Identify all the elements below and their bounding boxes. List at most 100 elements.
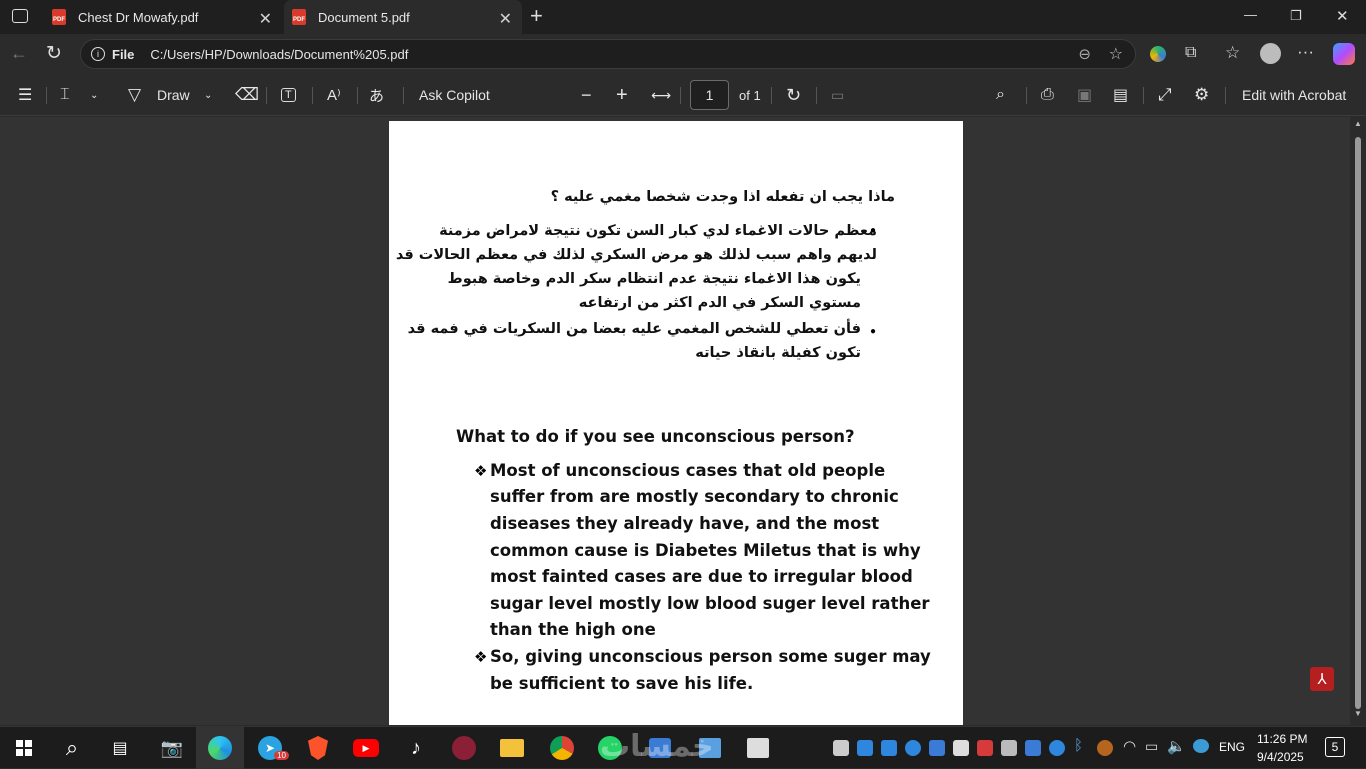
close-tab-icon[interactable]: ✕ (499, 9, 512, 29)
tab-document-5[interactable]: PDF Document 5.pdf ✕ (284, 0, 522, 34)
youtube-icon[interactable]: ▶ (344, 727, 388, 769)
edge-browser-icon[interactable] (196, 727, 244, 769)
scroll-thumb[interactable] (1355, 137, 1361, 709)
file-explorer-icon[interactable] (490, 727, 534, 769)
eraser-icon[interactable]: ⌫ (235, 74, 259, 116)
save-as-icon[interactable]: ▤ (1113, 74, 1128, 116)
battery-icon[interactable]: ▭ (1145, 738, 1158, 755)
arabic-bullet-line: يكون هذا الاغماء نتيجة عدم انتظام سكر ال… (447, 271, 861, 287)
tray-app-icon[interactable] (953, 740, 969, 756)
tab-bar: PDF Chest Dr Mowafy.pdf ✕ PDF Document 5… (0, 0, 1366, 34)
scrollbar[interactable]: ▲ ▼ (1350, 117, 1366, 725)
extensions-puzzle-icon[interactable]: ⧉ (1185, 44, 1196, 62)
brave-browser-icon[interactable] (296, 727, 340, 769)
arabic-bullet-line: مستوي السكر في الدم اكثر من ارتفاعه (578, 295, 861, 311)
tray-app-icon[interactable] (1025, 740, 1041, 756)
save-icon[interactable]: ▣ (1077, 74, 1092, 116)
bluetooth-icon[interactable]: ᛒ (1074, 737, 1083, 754)
scroll-up-icon[interactable]: ▲ (1354, 119, 1362, 128)
english-bullet-marker: ❖ (474, 463, 488, 480)
new-tab-button[interactable]: + (530, 3, 543, 29)
url-text[interactable]: C:/Users/HP/Downloads/Document%205.pdf (150, 47, 408, 62)
refresh-icon[interactable]: ↻ (46, 42, 62, 65)
language-indicator[interactable]: ENG (1219, 740, 1245, 754)
volume-icon[interactable]: 🔈 (1167, 737, 1186, 755)
arabic-bullet-marker: ● (870, 326, 877, 337)
close-tab-icon[interactable]: ✕ (259, 9, 272, 29)
acrobat-icon[interactable]: ⅄ (1310, 667, 1334, 691)
tray-app-icon[interactable] (929, 740, 945, 756)
more-menu-icon[interactable]: ··· (1297, 42, 1314, 62)
tab-chest-dr-mowafy[interactable]: PDF Chest Dr Mowafy.pdf ✕ (44, 0, 282, 34)
chrome-icon[interactable] (540, 727, 584, 769)
settings-gear-icon[interactable]: ⚙ (1194, 74, 1209, 116)
search-icon[interactable]: ⌕ (50, 727, 94, 769)
telegram-icon[interactable]: ➤ 10 (248, 727, 292, 769)
read-aloud-icon[interactable]: A⁾ (327, 74, 341, 116)
minimize-button[interactable]: — (1244, 7, 1257, 22)
arabic-bullet-marker: ● (870, 225, 877, 236)
pdf-file-icon: PDF (292, 9, 306, 25)
tray-app-icon[interactable] (977, 740, 993, 756)
address-field[interactable]: i File C:/Users/HP/Downloads/Document%20… (80, 39, 1136, 69)
tray-app-icon[interactable] (857, 740, 873, 756)
tray-app-icon[interactable] (905, 740, 921, 756)
print-icon[interactable]: ⎙ (1041, 74, 1054, 116)
arabic-bullet-line: لديهم واهم سبب لذلك هو مرض السكري لذلك ف… (395, 247, 877, 263)
english-bullet-line: Most of unconscious cases that old peopl… (490, 461, 886, 480)
network-icon[interactable] (1193, 739, 1209, 753)
rotate-icon[interactable]: ↻ (786, 74, 801, 116)
restore-button[interactable]: ❐ (1290, 8, 1302, 24)
favorites-icon[interactable]: ☆ (1225, 43, 1240, 63)
back-arrow-icon[interactable]: ← (10, 43, 28, 64)
edit-with-acrobat-button[interactable]: Edit with Acrobat (1242, 74, 1346, 116)
info-icon[interactable]: i (91, 47, 105, 61)
photos-icon[interactable] (736, 727, 780, 769)
taskbar: ⌕ ▤ 📷 ➤ 10 ▶ ♪ خمسات ᛒ ◠ ▭ 🔈 ENG 11:26 PM… (0, 726, 1366, 769)
search-icon[interactable]: ⌕ (996, 74, 1005, 116)
english-bullet-line: most fainted cases are due to irregular … (490, 567, 913, 586)
highlight-icon[interactable]: ⌶ (60, 74, 70, 116)
task-view-icon[interactable]: ▤ (98, 727, 142, 769)
chevron-down-icon[interactable]: ⌄ (204, 74, 212, 116)
clock-date[interactable]: 9/4/2025 (1257, 750, 1304, 764)
tray-app-icon[interactable] (833, 740, 849, 756)
page-view-icon[interactable]: ▭ (831, 74, 844, 116)
page-number-input[interactable]: 1 (690, 80, 729, 110)
copilot-icon[interactable] (1333, 43, 1355, 65)
translate-icon[interactable]: あ (369, 74, 384, 116)
clock-time[interactable]: 11:26 PM (1257, 732, 1307, 746)
english-bullet-line: suffer from are mostly secondary to chro… (490, 487, 899, 506)
pdf-viewer: ماذا يجب ان تفعله اذا وجدت شخصا مغمي علي… (0, 117, 1366, 725)
tray-app-icon[interactable] (1049, 740, 1065, 756)
profile-avatar[interactable] (1260, 43, 1281, 64)
media-app-icon[interactable] (442, 727, 486, 769)
chevron-down-icon[interactable]: ⌄ (90, 74, 98, 116)
zoom-in-button[interactable]: + (616, 74, 628, 116)
tab-actions-icon[interactable] (12, 9, 28, 23)
wifi-icon[interactable]: ◠ (1123, 737, 1136, 755)
draw-button[interactable]: Draw (157, 74, 190, 116)
notification-center-icon[interactable]: 5 (1325, 737, 1345, 757)
tiktok-icon[interactable]: ♪ (394, 727, 438, 769)
camera-icon[interactable]: 📷 (150, 727, 194, 769)
contents-list-icon[interactable]: ☰ (18, 74, 32, 116)
extension-icon[interactable] (1150, 46, 1166, 62)
zoom-out-button[interactable]: − (581, 74, 592, 116)
start-windows-icon[interactable] (2, 727, 46, 769)
tab-title: Document 5.pdf (318, 9, 410, 25)
draw-icon[interactable]: ▽ (128, 74, 141, 116)
fullscreen-icon[interactable]: ⤢ (1158, 74, 1172, 116)
zoom-icon[interactable]: ⊖ (1078, 45, 1091, 63)
fit-page-icon[interactable]: ⟷ (651, 74, 671, 116)
english-bullet-line: So, giving unconscious person some suger… (490, 647, 931, 666)
english-heading: What to do if you see unconscious person… (456, 427, 855, 446)
text-box-icon[interactable]: T (281, 74, 296, 116)
favorite-star-icon[interactable]: ☆ (1109, 44, 1123, 64)
scroll-down-icon[interactable]: ▼ (1354, 709, 1362, 718)
tray-app-icon[interactable] (881, 740, 897, 756)
ask-copilot-button[interactable]: Ask Copilot (419, 74, 490, 116)
close-window-button[interactable]: ✕ (1336, 7, 1349, 25)
tray-app-icon[interactable] (1001, 740, 1017, 756)
tray-app-icon[interactable] (1097, 740, 1113, 756)
